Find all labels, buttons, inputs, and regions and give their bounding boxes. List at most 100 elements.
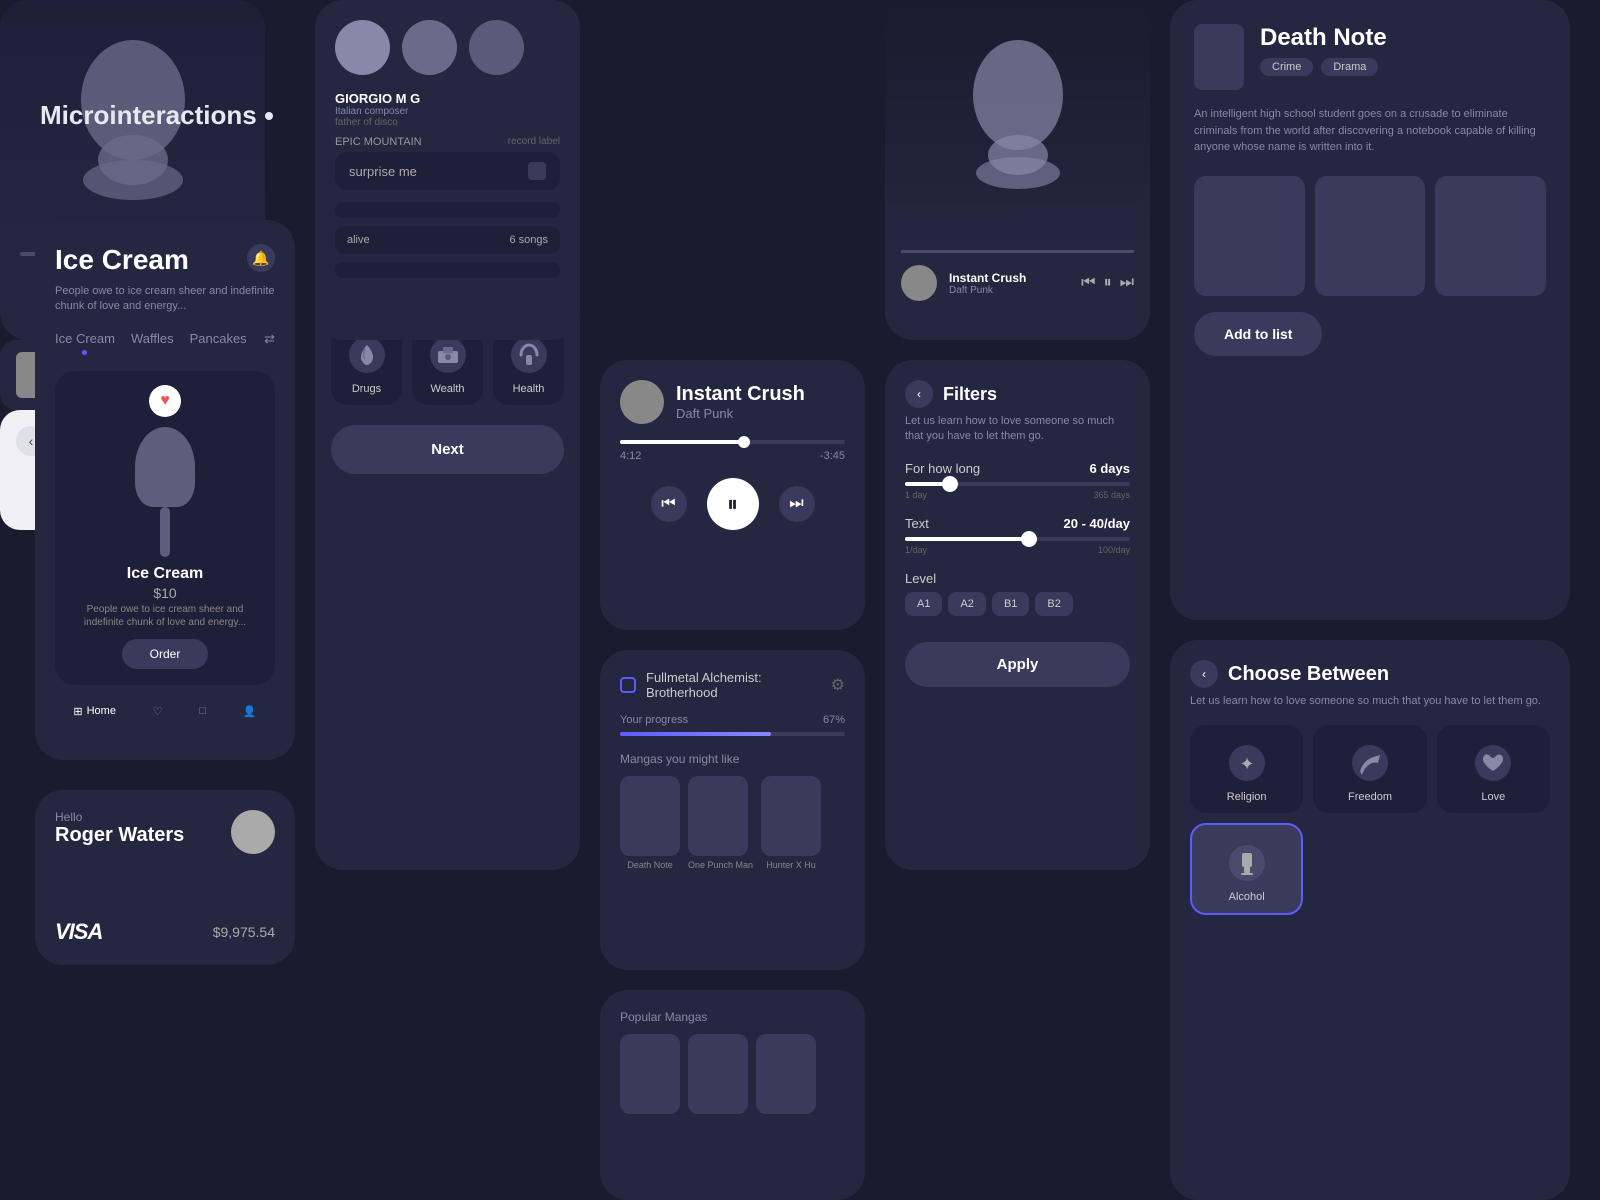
suggestions-label: Mangas you might like: [620, 752, 845, 766]
cb2-freedom-icon: [1348, 741, 1392, 785]
mini-controls: ⏮ ⏸ ⏭: [1081, 274, 1134, 292]
user-nav-icon[interactable]: 👤: [243, 705, 257, 718]
tag-drama: Drama: [1321, 58, 1378, 76]
next-icon[interactable]: ⏭: [1120, 274, 1134, 292]
next-button[interactable]: Next: [331, 425, 564, 474]
surprise-toggle[interactable]: [528, 162, 546, 180]
progress-fill: [620, 440, 744, 444]
heart-nav-icon[interactable]: ♡: [153, 705, 163, 718]
shuffle-icon[interactable]: ⇄: [264, 331, 275, 355]
tag-crime: Crime: [1260, 58, 1313, 76]
time-row: 4:12 -3:45: [620, 450, 845, 462]
album2-label: record label: [508, 136, 560, 148]
settings-icon[interactable]: ⚙: [831, 675, 845, 695]
duration-slider[interactable]: [905, 482, 1130, 486]
filter-back-button[interactable]: ‹: [905, 380, 933, 408]
duration-thumb[interactable]: [942, 476, 958, 492]
cb2-alcohol[interactable]: Alcohol: [1190, 823, 1303, 915]
roger-header: Hello Roger Waters: [55, 810, 275, 854]
music-head-svg: [953, 25, 1083, 225]
tab-ice-cream[interactable]: Ice Cream: [55, 331, 115, 355]
heart-button[interactable]: ♥: [149, 385, 181, 417]
manga-thumb-3[interactable]: Hunter X Hu: [761, 776, 821, 870]
level-b2[interactable]: B2: [1035, 592, 1072, 616]
music-item-2[interactable]: [335, 262, 560, 278]
popular-grid: [620, 1034, 845, 1114]
popular-thumb-2[interactable]: [688, 1034, 748, 1114]
surprise-input[interactable]: surprise me: [335, 152, 560, 190]
tab-pancakes[interactable]: Pancakes: [190, 331, 247, 355]
visa-row: VISA $9,975.54: [55, 919, 275, 945]
filter-title: Filters: [943, 384, 997, 405]
visa-logo: VISA: [55, 919, 102, 945]
cb2-love-icon: [1471, 741, 1515, 785]
death-note-description: An intelligent high school student goes …: [1194, 106, 1546, 156]
product-price: $10: [71, 585, 259, 601]
level-label-row: Level: [905, 571, 1130, 586]
filters-card: ‹ Filters Let us learn how to love someo…: [885, 360, 1150, 870]
forward-button[interactable]: ⏭: [779, 486, 815, 522]
music-item-1[interactable]: [335, 202, 560, 218]
duration-labels: 1 day 365 days: [905, 490, 1130, 500]
level-a1[interactable]: A1: [905, 592, 942, 616]
play-button[interactable]: ⏸: [707, 478, 759, 530]
music-list-card: GIORGIO M G Italian composer father of d…: [315, 0, 580, 340]
death-note-tags: Crime Drama: [1260, 58, 1387, 76]
apply-button[interactable]: Apply: [905, 642, 1130, 687]
popular-thumb-1[interactable]: [620, 1034, 680, 1114]
popular-thumb-3[interactable]: [756, 1034, 816, 1114]
album-art-3: [469, 20, 524, 75]
drugs-label: Drugs: [352, 383, 381, 395]
add-to-list-button[interactable]: Add to list: [1194, 312, 1322, 356]
tab-waffles[interactable]: Waffles: [131, 331, 174, 355]
surprise-label: surprise me: [349, 164, 417, 179]
cb2-love[interactable]: Love: [1437, 725, 1550, 813]
prev-icon[interactable]: ⏮: [1081, 274, 1095, 292]
rewind-button[interactable]: ⏮: [651, 486, 687, 522]
cb2-religion[interactable]: ✦ Religion: [1190, 725, 1303, 813]
bell-icon[interactable]: 🔔: [247, 244, 275, 272]
player-avatar: [620, 380, 664, 424]
duration-value: 6 days: [1090, 461, 1130, 476]
svg-text:✦: ✦: [1239, 754, 1254, 774]
nav-home[interactable]: ⊞ Home: [73, 705, 116, 718]
level-label: Level: [905, 571, 936, 586]
album-art-1: [335, 20, 390, 75]
player-info: Instant Crush Daft Punk: [676, 383, 805, 421]
product-name: Ice Cream: [71, 565, 259, 583]
manga-checkbox[interactable]: [620, 677, 636, 693]
manga-thumb-2[interactable]: One Punch Man: [688, 776, 753, 870]
text-thumb[interactable]: [1021, 531, 1037, 547]
mini-player-info: Instant Crush Daft Punk: [949, 271, 1069, 296]
manga-progress-bar: [620, 732, 845, 736]
death-note-info: Death Note Crime Drama: [1260, 24, 1387, 82]
total-time: -3:45: [820, 450, 845, 462]
cb2-back-button[interactable]: ‹: [1190, 660, 1218, 688]
manga-title: Fullmetal Alchemist: Brotherhood: [646, 670, 821, 700]
player-title-row: Instant Crush Daft Punk: [620, 380, 845, 424]
progress-thumb: [738, 436, 750, 448]
album2-name: EPIC MOUNTAIN: [335, 136, 422, 148]
level-a2[interactable]: A2: [948, 592, 985, 616]
text-labels: 1/day 100/day: [905, 545, 1130, 555]
pause-icon[interactable]: ⏸: [1104, 274, 1112, 292]
bottom-nav: ⊞ Home ♡ □ 👤: [55, 705, 275, 718]
order-button[interactable]: Order: [122, 639, 209, 669]
playback-progress[interactable]: [620, 440, 845, 444]
level-b1[interactable]: B1: [992, 592, 1029, 616]
cb2-freedom-label: Freedom: [1348, 791, 1392, 803]
album-art-2: [402, 20, 457, 75]
duration-label: For how long: [905, 461, 980, 476]
square-nav-icon[interactable]: □: [199, 705, 206, 717]
account-balance: $9,975.54: [213, 924, 275, 940]
level-buttons: A1 A2 B1 B2: [905, 592, 1130, 616]
album-desc: father of disco: [335, 117, 560, 128]
cb2-love-label: Love: [1481, 791, 1505, 803]
text-label: Text: [905, 516, 929, 531]
manga-thumb-1[interactable]: Death Note: [620, 776, 680, 870]
text-slider[interactable]: [905, 537, 1130, 541]
song-count: 6 songs: [509, 234, 548, 246]
mini-avatar: [901, 265, 937, 301]
cb2-freedom[interactable]: Freedom: [1313, 725, 1426, 813]
ice-cream-figure: [130, 427, 200, 557]
